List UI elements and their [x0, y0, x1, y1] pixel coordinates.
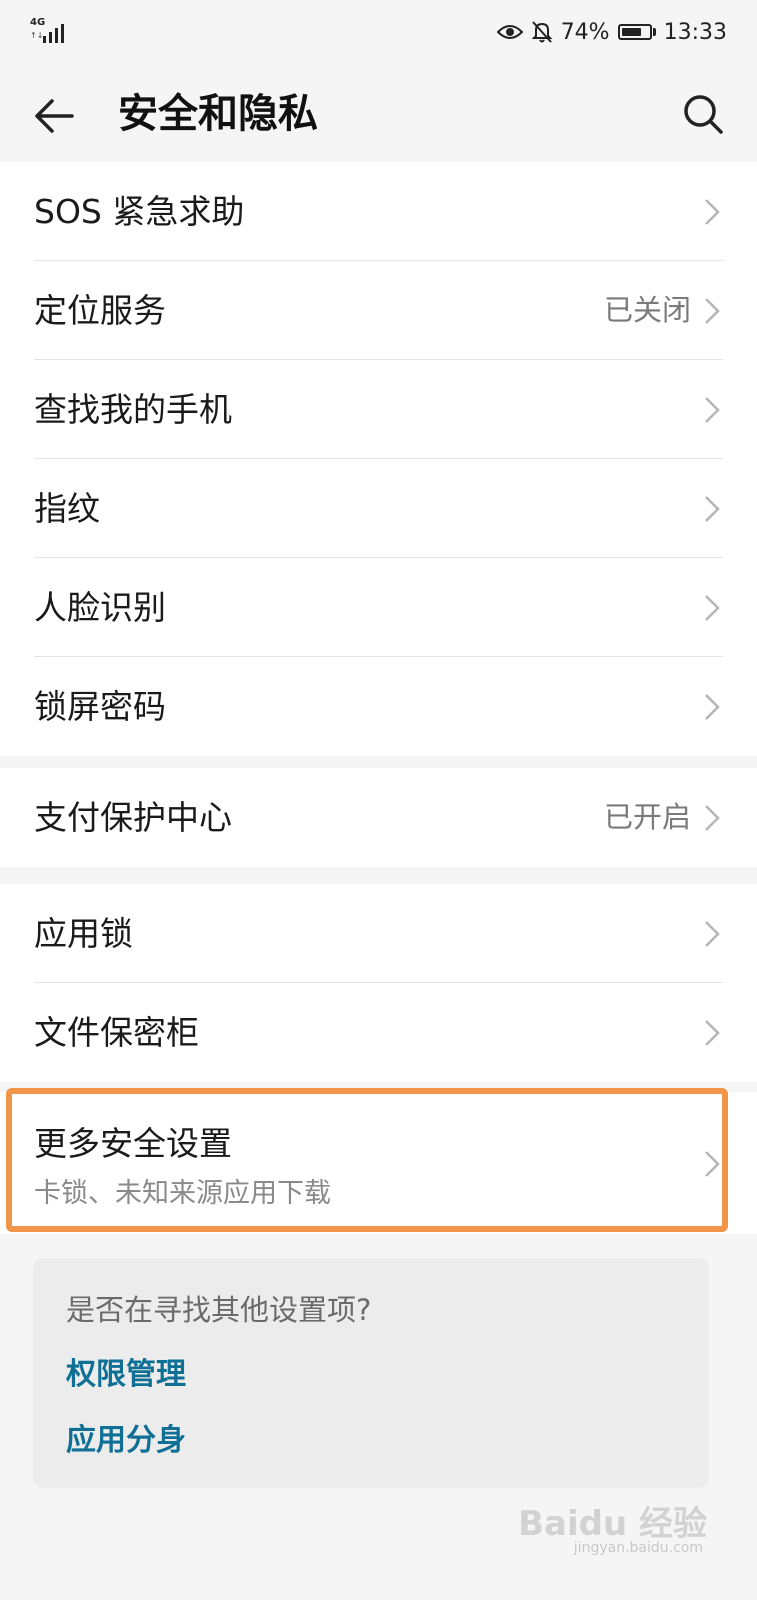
- chevron-right-icon: [705, 921, 720, 947]
- setting-subtitle: 卡锁、未知来源应用下载: [34, 1178, 331, 1209]
- chevron-right-icon: [705, 298, 720, 324]
- settings-group-payment: 支付保护中心 已开启: [0, 768, 757, 867]
- setting-label: 人脸识别: [34, 588, 166, 627]
- app-bar: 安全和隐私: [0, 66, 757, 162]
- setting-item-lock-screen-password[interactable]: 锁屏密码: [0, 657, 757, 756]
- setting-item-sos[interactable]: SOS 紧急求助: [0, 162, 757, 261]
- battery-icon: [617, 24, 656, 40]
- watermark-url: jingyan.baidu.com: [573, 1540, 703, 1556]
- page-title: 安全和隐私: [118, 91, 318, 137]
- suggestion-card: 是否在寻找其他设置项? 权限管理 应用分身: [33, 1258, 709, 1488]
- watermark-logo: Baidu 经验: [518, 1504, 707, 1544]
- chevron-right-icon: [705, 1151, 720, 1177]
- signal-bars-icon: [43, 24, 64, 43]
- setting-item-fingerprint[interactable]: 指纹: [0, 459, 757, 558]
- bell-muted-icon: [531, 21, 553, 43]
- setting-item-location[interactable]: 定位服务 已关闭: [0, 261, 757, 360]
- settings-group-more: 更多安全设置 卡锁、未知来源应用下载: [0, 1092, 757, 1234]
- setting-item-app-lock[interactable]: 应用锁: [0, 884, 757, 983]
- settings-group-general: SOS 紧急求助 定位服务 已关闭 查找我的手机 指纹 人脸识别 锁屏密码: [0, 162, 757, 756]
- eye-comfort-icon: [496, 25, 523, 39]
- chevron-right-icon: [705, 496, 720, 522]
- suggestion-title: 是否在寻找其他设置项?: [66, 1293, 372, 1327]
- chevron-right-icon: [705, 1020, 720, 1046]
- setting-status: 已关闭: [603, 293, 691, 327]
- chevron-right-icon: [705, 199, 720, 225]
- status-bar: 4G ↑↓ 74% 13:33: [0, 0, 757, 66]
- setting-label: 查找我的手机: [34, 390, 232, 429]
- setting-label: 指纹: [34, 489, 100, 528]
- chevron-right-icon: [705, 694, 720, 720]
- settings-group-apps: 应用锁 文件保密柜: [0, 884, 757, 1082]
- chevron-right-icon: [705, 595, 720, 621]
- clock: 13:33: [663, 19, 727, 45]
- search-icon[interactable]: [681, 92, 725, 136]
- battery-percent: 74%: [560, 19, 610, 45]
- setting-item-more-security[interactable]: 更多安全设置 卡锁、未知来源应用下载: [0, 1092, 757, 1234]
- back-arrow-icon[interactable]: [30, 92, 78, 140]
- chevron-right-icon: [705, 805, 720, 831]
- link-permission-management[interactable]: 权限管理: [66, 1355, 186, 1395]
- setting-item-payment-protection[interactable]: 支付保护中心 已开启: [0, 768, 757, 867]
- setting-item-face-recognition[interactable]: 人脸识别: [0, 558, 757, 657]
- setting-label: 应用锁: [34, 914, 133, 953]
- setting-label: 锁屏密码: [34, 687, 166, 726]
- setting-label: 定位服务: [34, 291, 166, 330]
- setting-label: SOS 紧急求助: [34, 192, 245, 231]
- setting-label: 支付保护中心: [34, 798, 232, 837]
- setting-status: 已开启: [603, 800, 691, 834]
- setting-label: 更多安全设置: [34, 1124, 232, 1163]
- link-app-twin[interactable]: 应用分身: [66, 1421, 186, 1461]
- setting-label: 文件保密柜: [34, 1013, 199, 1052]
- setting-item-file-safe[interactable]: 文件保密柜: [0, 983, 757, 1082]
- setting-item-find-phone[interactable]: 查找我的手机: [0, 360, 757, 459]
- battery-fill: [621, 28, 641, 36]
- chevron-right-icon: [705, 397, 720, 423]
